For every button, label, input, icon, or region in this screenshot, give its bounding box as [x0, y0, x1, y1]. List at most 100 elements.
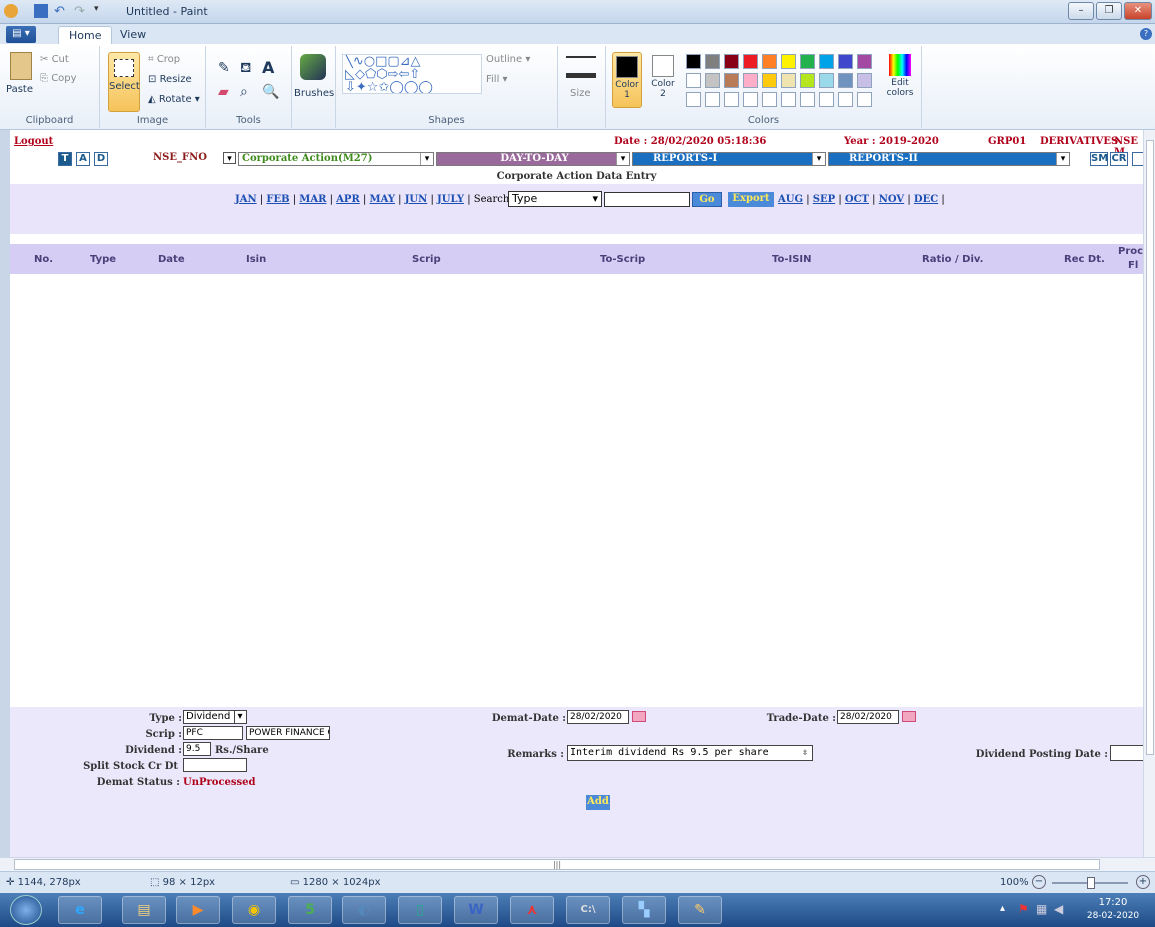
paste-icon[interactable]: [10, 52, 32, 80]
demat-date-input[interactable]: 28/02/2020: [567, 710, 629, 724]
word-icon[interactable]: W: [454, 896, 498, 924]
calendar-icon[interactable]: [902, 711, 916, 722]
tab-view[interactable]: View: [110, 26, 156, 44]
search-type-select[interactable]: Type ▾: [508, 191, 602, 207]
tray-volume-icon[interactable]: ◀: [1054, 902, 1063, 916]
cmd-icon[interactable]: C:\: [566, 896, 610, 924]
media-player-icon[interactable]: ▶: [176, 896, 220, 924]
remarks-textarea[interactable]: Interim dividend Rs 9.5 per share ⇳: [567, 745, 813, 761]
month-nov[interactable]: NOV: [879, 194, 904, 205]
month-mar[interactable]: MAR: [299, 194, 326, 205]
folder-icon[interactable]: ▤: [122, 896, 166, 924]
tray-arrow-icon[interactable]: ▴: [1000, 903, 1005, 914]
size-icon[interactable]: [566, 56, 596, 78]
color2-button[interactable]: Color 2: [648, 52, 678, 108]
palette-swatch-empty[interactable]: [857, 92, 872, 107]
palette-swatch[interactable]: [686, 73, 701, 88]
save-icon[interactable]: [34, 4, 48, 18]
scrollbar-thumb[interactable]: [1146, 140, 1154, 755]
export-button[interactable]: Export: [728, 192, 774, 207]
palette-swatch[interactable]: [781, 73, 796, 88]
split-stock-input[interactable]: [183, 758, 247, 772]
redo-icon[interactable]: ↷: [74, 4, 88, 19]
exchange-select[interactable]: NSE_FNO ▾: [150, 152, 236, 166]
zoom-in-button[interactable]: +: [1136, 875, 1150, 889]
palette-swatch[interactable]: [686, 54, 701, 69]
outline-button[interactable]: Outline ▾: [486, 54, 530, 65]
tab-home[interactable]: Home: [58, 26, 113, 44]
edit-colors-button[interactable]: Edit colors: [882, 52, 918, 108]
fill-icon[interactable]: ⛾: [240, 60, 251, 78]
shapes-gallery[interactable]: ╲∿○□▢⊿△ ◺◇⬠⬡⇨⇦⇧ ⇩✦☆✩◯◯◯: [342, 54, 482, 94]
paint-taskbar-icon[interactable]: ✎: [678, 896, 722, 924]
palette-swatch[interactable]: [857, 73, 872, 88]
palette-swatch[interactable]: [819, 54, 834, 69]
day-to-day-select[interactable]: DAY-TO-DAY ▾: [436, 152, 630, 166]
a-button[interactable]: A: [76, 152, 90, 166]
palette-swatch-empty[interactable]: [762, 92, 777, 107]
select-button[interactable]: Select: [108, 52, 140, 112]
text-icon[interactable]: A: [262, 58, 274, 77]
palette-swatch-empty[interactable]: [800, 92, 815, 107]
tray-network-icon[interactable]: ▦: [1036, 902, 1047, 916]
search-input[interactable]: [604, 192, 690, 207]
pdf-icon[interactable]: ⋏: [510, 896, 554, 924]
posting-date-input[interactable]: [1110, 745, 1143, 761]
scrip-name-input[interactable]: POWER FINANCE C: [246, 726, 330, 740]
palette-swatch-empty[interactable]: [781, 92, 796, 107]
pencil-icon[interactable]: ✎: [218, 60, 230, 76]
palette-swatch[interactable]: [800, 54, 815, 69]
calendar-app-icon[interactable]: ▯: [398, 896, 442, 924]
paste-button[interactable]: Paste: [6, 84, 33, 95]
trade-date-input[interactable]: 28/02/2020: [837, 710, 899, 724]
extra-button[interactable]: [1132, 152, 1143, 166]
sm-button[interactable]: SM: [1090, 152, 1108, 166]
month-jun[interactable]: JUN: [405, 194, 428, 205]
palette-swatch-empty[interactable]: [838, 92, 853, 107]
palette-swatch-empty[interactable]: [819, 92, 834, 107]
tray-date[interactable]: 28-02-2020: [1080, 911, 1146, 921]
logout-link[interactable]: Logout: [14, 136, 53, 147]
fill-button[interactable]: Fill ▾: [486, 74, 508, 85]
brush-icon[interactable]: [300, 54, 326, 80]
month-feb[interactable]: FEB: [266, 194, 289, 205]
month-oct[interactable]: OCT: [845, 194, 869, 205]
size-button[interactable]: Size: [570, 88, 591, 99]
month-jan[interactable]: JAN: [235, 194, 257, 205]
browser-icon[interactable]: ◐: [342, 896, 386, 924]
paint-app-icon[interactable]: [4, 4, 18, 18]
spreadsheet-icon[interactable]: 5: [288, 896, 332, 924]
crop-button[interactable]: ⌗ Crop: [148, 54, 180, 65]
month-aug[interactable]: AUG: [778, 194, 803, 205]
month-sep[interactable]: SEP: [813, 194, 835, 205]
chrome-icon[interactable]: ◉: [232, 896, 276, 924]
cr-button[interactable]: CR: [1110, 152, 1128, 166]
scrollbar-thumb[interactable]: |||: [14, 859, 1100, 870]
resize-button[interactable]: ⊡ Resize: [148, 74, 192, 85]
calendar-icon[interactable]: [632, 711, 646, 722]
tray-flag-icon[interactable]: ⚑: [1018, 902, 1029, 916]
help-icon[interactable]: ?: [1140, 28, 1152, 40]
horizontal-scrollbar[interactable]: |||: [0, 857, 1155, 871]
palette-swatch[interactable]: [705, 54, 720, 69]
eraser-icon[interactable]: ▰: [218, 84, 229, 100]
month-may[interactable]: MAY: [370, 194, 395, 205]
type-select[interactable]: Dividend ▾: [183, 710, 247, 724]
palette-swatch[interactable]: [781, 54, 796, 69]
reports1-select[interactable]: REPORTS-I ▾: [632, 152, 826, 166]
minimize-button[interactable]: –: [1068, 2, 1094, 20]
palette-swatch-empty[interactable]: [724, 92, 739, 107]
palette-swatch[interactable]: [743, 73, 758, 88]
zoom-out-button[interactable]: −: [1032, 875, 1046, 889]
ie-icon[interactable]: e: [58, 896, 102, 924]
zoom-slider-thumb[interactable]: [1087, 877, 1095, 889]
palette-swatch[interactable]: [819, 73, 834, 88]
palette-swatch-empty[interactable]: [743, 92, 758, 107]
cut-button[interactable]: ✂ Cut: [40, 54, 69, 65]
palette-swatch[interactable]: [762, 73, 777, 88]
vertical-scrollbar[interactable]: [1143, 130, 1155, 857]
month-dec[interactable]: DEC: [914, 194, 938, 205]
palette-swatch[interactable]: [724, 54, 739, 69]
palette-swatch[interactable]: [743, 54, 758, 69]
scrip-code-input[interactable]: PFC: [183, 726, 243, 740]
